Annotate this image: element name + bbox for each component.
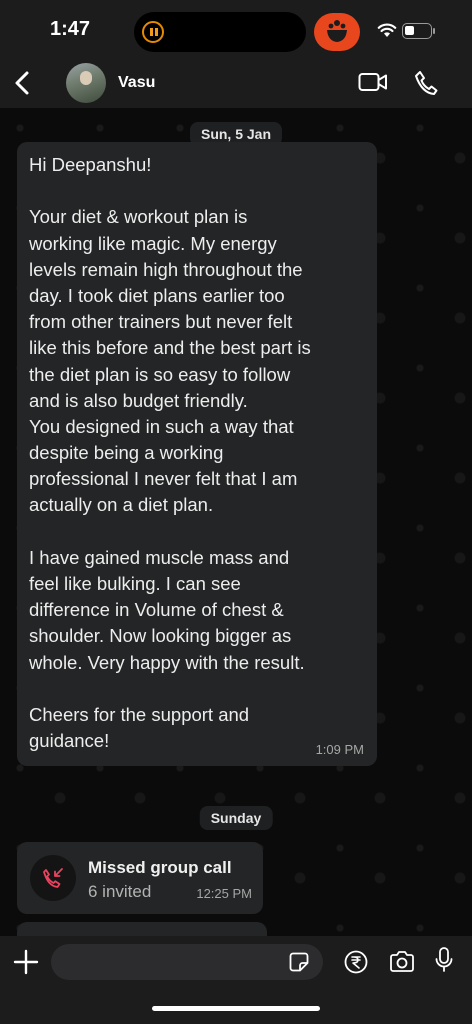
message-line: Hi Deepanshu! (29, 154, 152, 175)
chat-screen: 1:47 Vasu Sun, 5 Jan Hi Deepanshu! Your … (0, 0, 472, 1024)
message-line: You designed in such a way that (29, 415, 294, 437)
chat-area[interactable]: Sun, 5 Jan Hi Deepanshu! Your diet & work… (0, 108, 472, 952)
battery-tip (433, 28, 435, 34)
message-line: difference in Volume of chest & (29, 599, 284, 621)
date-chip: Sunday (199, 806, 273, 830)
message-line: feel like bulking. I can see (29, 573, 241, 594)
message-line: I have gained muscle mass and (29, 546, 290, 568)
missed-call-bubble[interactable]: Missed group call 6 invited 12:25 PM (17, 842, 263, 914)
message-input[interactable] (51, 944, 323, 980)
food-app-icon[interactable] (314, 13, 360, 51)
contact-name[interactable]: Vasu (118, 74, 155, 92)
home-indicator[interactable] (152, 1006, 320, 1011)
message-line: Your diet & workout plan is (29, 206, 248, 228)
message-line: and is also budget friendly. (29, 389, 248, 411)
message-bubble[interactable]: Hi Deepanshu! Your diet & workout plan is… (17, 142, 377, 766)
missed-call-icon-wrap (30, 855, 76, 901)
plus-icon[interactable] (13, 949, 39, 975)
sticker-icon[interactable] (289, 952, 309, 972)
call-subtitle: 6 invited (88, 882, 152, 901)
battery-icon (402, 23, 432, 39)
status-time: 1:47 (50, 18, 91, 40)
message-line: actually on a diet plan. (29, 494, 214, 516)
call-time: 12:25 PM (196, 886, 252, 901)
message-time: 1:09 PM (315, 742, 364, 757)
mic-icon[interactable] (434, 946, 454, 974)
dynamic-island[interactable] (134, 12, 306, 52)
missed-call-icon (43, 868, 63, 888)
chat-header: Vasu (0, 60, 472, 108)
camera-icon[interactable] (389, 950, 415, 974)
message-line: like this before and the best part is (29, 337, 311, 359)
avatar[interactable] (66, 63, 106, 103)
call-title: Missed group call (88, 858, 232, 877)
message-line: levels remain high throughout the (29, 258, 303, 280)
message-line (29, 676, 365, 702)
message-text: Hi Deepanshu! Your diet & workout plan is… (29, 152, 365, 754)
message-line: Cheers for the support and (29, 703, 250, 725)
message-line: the diet plan is so easy to follow (29, 363, 291, 385)
phone-call-icon[interactable] (414, 70, 438, 96)
video-call-icon[interactable] (358, 71, 388, 93)
message-line: whole. Very happy with the result. (29, 651, 305, 673)
message-line: from other trainers but never felt (29, 311, 293, 333)
rupee-icon[interactable] (344, 950, 368, 974)
status-bar: 1:47 (0, 0, 472, 60)
message-line: day. I took diet plans earlier too (29, 284, 285, 306)
message-line: working like magic. My energy (29, 232, 277, 254)
wifi-icon (377, 23, 397, 37)
message-line: shoulder. Now looking bigger as (29, 625, 292, 647)
back-chevron-icon[interactable] (12, 70, 32, 96)
pause-icon[interactable] (142, 21, 164, 43)
message-line: professional I never felt that I am (29, 468, 298, 490)
message-line (29, 519, 365, 545)
message-line: despite being a working (29, 442, 224, 464)
message-line (29, 178, 365, 204)
